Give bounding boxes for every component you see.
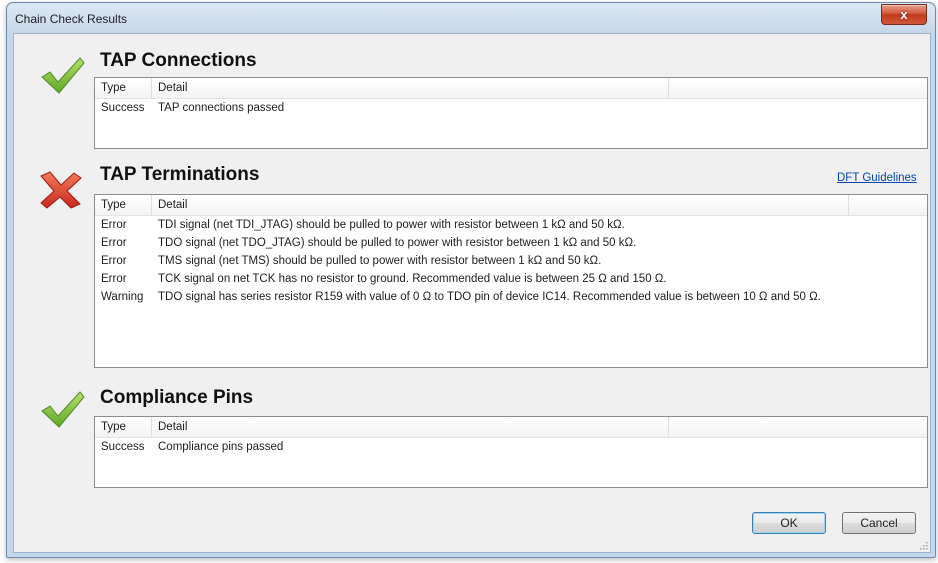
- checkmark-icon: [41, 391, 85, 428]
- column-header-detail[interactable]: Detail: [152, 417, 669, 437]
- row-detail: TDO signal (net TDO_JTAG) should be pull…: [158, 237, 637, 249]
- row-type: Error: [101, 219, 127, 231]
- section-title-tap-connections: TAP Connections: [100, 50, 257, 71]
- cancel-button[interactable]: Cancel: [842, 512, 916, 534]
- error-x-icon: [40, 171, 82, 209]
- table-row[interactable]: Warning TDO signal has series resistor R…: [95, 288, 927, 306]
- compliance-pins-table[interactable]: Type Detail Success Compliance pins pass…: [94, 416, 928, 488]
- close-icon: x: [900, 7, 908, 22]
- tap-connections-table[interactable]: Type Detail Success TAP connections pass…: [94, 77, 928, 149]
- row-type: Error: [101, 237, 127, 249]
- dialog-body: TAP Connections Type Detail Success TAP …: [13, 33, 931, 553]
- dft-guidelines-link[interactable]: DFT Guidelines: [837, 172, 917, 184]
- tap-terminations-table[interactable]: Type Detail Error TDI signal (net TDI_JT…: [94, 194, 928, 368]
- column-header-type[interactable]: Type: [95, 195, 152, 215]
- column-header-type[interactable]: Type: [95, 78, 152, 98]
- ok-button[interactable]: OK: [752, 512, 826, 534]
- column-header-type[interactable]: Type: [95, 417, 152, 437]
- row-type: Success: [101, 102, 145, 114]
- row-detail: TDO signal has series resistor R159 with…: [158, 291, 821, 303]
- resize-grip-icon[interactable]: [918, 540, 928, 550]
- row-detail: TCK signal on net TCK has no resistor to…: [158, 273, 667, 285]
- column-header-detail[interactable]: Detail: [152, 195, 849, 215]
- section-title-tap-terminations: TAP Terminations: [100, 164, 260, 185]
- row-type: Error: [101, 255, 127, 267]
- table-row[interactable]: Error TDI signal (net TDI_JTAG) should b…: [95, 216, 927, 234]
- row-detail: TAP connections passed: [158, 102, 285, 114]
- chain-check-results-dialog: Chain Check Results x TAP Connections Ty…: [6, 2, 936, 558]
- table-header: Type Detail: [95, 417, 927, 438]
- title-bar[interactable]: Chain Check Results x: [7, 3, 935, 33]
- close-button[interactable]: x: [881, 4, 927, 25]
- row-detail: Compliance pins passed: [158, 441, 284, 453]
- row-type: Error: [101, 273, 127, 285]
- row-type: Success: [101, 441, 145, 453]
- table-header: Type Detail: [95, 78, 927, 99]
- checkmark-icon: [41, 57, 85, 94]
- window-title: Chain Check Results: [15, 12, 128, 26]
- section-title-compliance-pins: Compliance Pins: [100, 387, 254, 408]
- table-row[interactable]: Success TAP connections passed: [95, 99, 927, 117]
- table-header: Type Detail: [95, 195, 927, 216]
- row-type: Warning: [101, 291, 144, 303]
- row-detail: TMS signal (net TMS) should be pulled to…: [158, 255, 602, 267]
- table-row[interactable]: Error TCK signal on net TCK has no resis…: [95, 270, 927, 288]
- column-header-detail[interactable]: Detail: [152, 78, 669, 98]
- table-row[interactable]: Error TMS signal (net TMS) should be pul…: [95, 252, 927, 270]
- table-row[interactable]: Error TDO signal (net TDO_JTAG) should b…: [95, 234, 927, 252]
- row-detail: TDI signal (net TDI_JTAG) should be pull…: [158, 219, 625, 231]
- table-row[interactable]: Success Compliance pins passed: [95, 438, 927, 456]
